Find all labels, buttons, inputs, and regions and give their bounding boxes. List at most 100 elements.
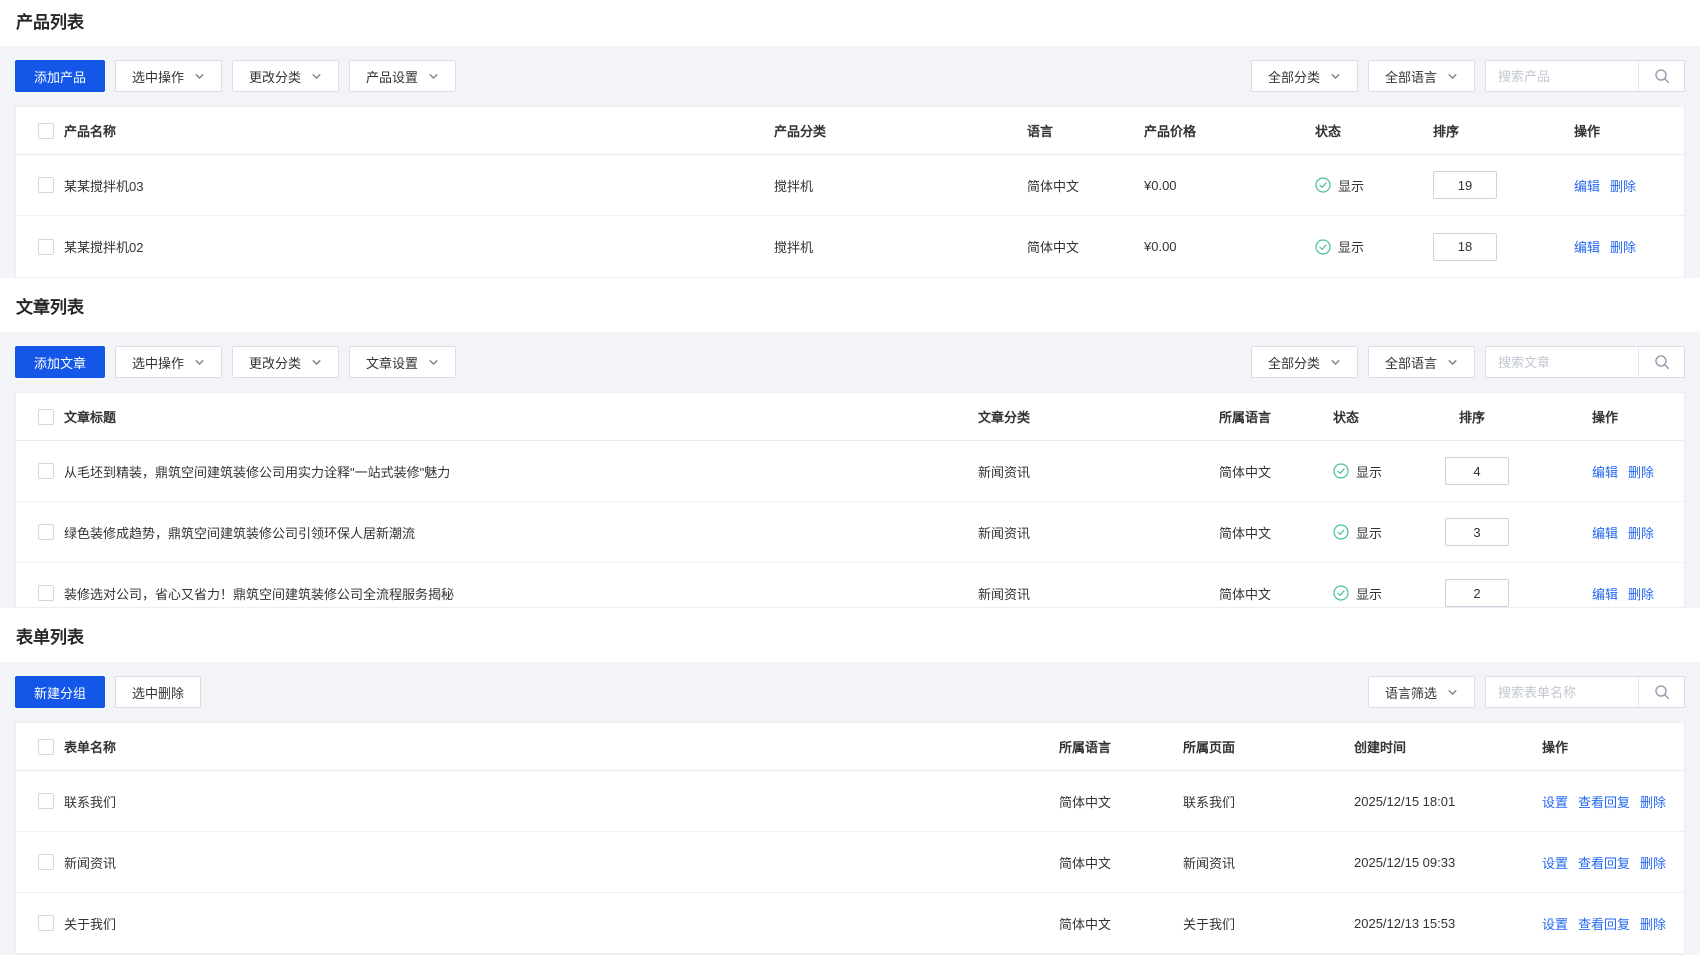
row-checkbox[interactable]	[38, 463, 54, 479]
chevron-down-icon	[1447, 71, 1458, 82]
sort-input[interactable]	[1433, 171, 1497, 199]
forms-toolbar: 新建分组 选中删除 语言筛选	[15, 676, 1685, 708]
view-replies-link[interactable]: 查看回复	[1578, 856, 1630, 871]
col-page: 所属页面	[1183, 737, 1354, 756]
chevron-down-icon	[1330, 357, 1341, 368]
edit-link[interactable]: 编辑	[1592, 465, 1618, 480]
sort-input[interactable]	[1445, 579, 1509, 607]
forms-table: 表单名称 所属语言 所属页面 创建时间 操作 联系我们 简体中文 联系我们 20…	[15, 722, 1685, 955]
delete-link[interactable]: 删除	[1628, 465, 1654, 480]
form-search-box	[1485, 676, 1685, 708]
language-filter-label: 语言筛选	[1385, 683, 1437, 702]
product-search-input[interactable]	[1486, 61, 1638, 91]
row-checkbox[interactable]	[38, 585, 54, 601]
section-products: 产品列表 添加产品 选中操作 更改分类 产品设置 全部分类	[0, 0, 1700, 278]
chevron-down-icon	[1330, 71, 1341, 82]
products-table-header: 产品名称 产品分类 语言 产品价格 状态 排序 操作	[16, 107, 1684, 155]
col-status: 状态	[1315, 121, 1433, 140]
articles-panel: 添加文章 选中操作 更改分类 文章设置 全部分类 全部语言	[0, 332, 1700, 608]
change-category-label: 更改分类	[249, 67, 301, 86]
article-settings-dropdown[interactable]: 文章设置	[349, 346, 456, 378]
language-filter-dropdown[interactable]: 语言筛选	[1368, 676, 1475, 708]
view-replies-link[interactable]: 查看回复	[1578, 917, 1630, 932]
articles-table-header: 文章标题 文章分类 所属语言 状态 排序 操作	[16, 393, 1684, 441]
article-search-box	[1485, 346, 1685, 378]
chevron-down-icon	[311, 71, 322, 82]
col-product-name: 产品名称	[64, 121, 774, 140]
select-all-checkbox[interactable]	[38, 409, 54, 425]
status-ok-icon	[1315, 177, 1331, 193]
change-category-dropdown[interactable]: 更改分类	[232, 346, 339, 378]
view-replies-link[interactable]: 查看回复	[1578, 795, 1630, 810]
change-category-label: 更改分类	[249, 353, 301, 372]
table-row: 绿色装修成趋势，鼎筑空间建筑装修公司引领环保人居新潮流 新闻资讯 简体中文 显示…	[16, 502, 1684, 563]
delete-link[interactable]: 删除	[1640, 856, 1666, 871]
row-checkbox[interactable]	[38, 854, 54, 870]
product-settings-dropdown[interactable]: 产品设置	[349, 60, 456, 92]
article-language: 简体中文	[1219, 523, 1333, 542]
product-category: 搅拌机	[774, 237, 1027, 256]
article-title: 装修选对公司，省心又省力！鼎筑空间建筑装修公司全流程服务揭秘	[64, 584, 978, 603]
delete-link[interactable]: 删除	[1628, 526, 1654, 541]
settings-link[interactable]: 设置	[1542, 917, 1568, 932]
col-sort: 排序	[1433, 121, 1559, 140]
form-language: 简体中文	[1059, 792, 1183, 811]
products-page-title: 产品列表	[0, 0, 1700, 46]
forms-page-title: 表单列表	[0, 608, 1700, 662]
status-label: 显示	[1338, 237, 1364, 256]
settings-link[interactable]: 设置	[1542, 856, 1568, 871]
add-product-button[interactable]: 添加产品	[15, 60, 105, 92]
sort-input[interactable]	[1433, 233, 1497, 261]
new-group-button[interactable]: 新建分组	[15, 676, 105, 708]
form-name: 新闻资讯	[64, 853, 1059, 872]
form-created-time: 2025/12/15 18:01	[1354, 794, 1532, 809]
article-title: 从毛坯到精装，鼎筑空间建筑装修公司用实力诠释"一站式装修"魅力	[64, 462, 978, 481]
article-language: 简体中文	[1219, 462, 1333, 481]
row-checkbox[interactable]	[38, 915, 54, 931]
product-search-box	[1485, 60, 1685, 92]
edit-link[interactable]: 编辑	[1574, 240, 1600, 255]
selected-action-dropdown[interactable]: 选中操作	[115, 60, 222, 92]
settings-link[interactable]: 设置	[1542, 795, 1568, 810]
row-checkbox[interactable]	[38, 524, 54, 540]
delete-link[interactable]: 删除	[1628, 587, 1654, 602]
sort-input[interactable]	[1445, 457, 1509, 485]
table-row: 某某搅拌机03 搅拌机 简体中文 ¥0.00 显示 编辑删除	[16, 155, 1684, 216]
change-category-dropdown[interactable]: 更改分类	[232, 60, 339, 92]
table-row: 装修选对公司，省心又省力！鼎筑空间建筑装修公司全流程服务揭秘 新闻资讯 简体中文…	[16, 563, 1684, 608]
category-filter-label: 全部分类	[1268, 67, 1320, 86]
form-created-time: 2025/12/13 15:53	[1354, 916, 1532, 931]
delete-link[interactable]: 删除	[1610, 240, 1636, 255]
product-name: 某某搅拌机02	[64, 237, 774, 256]
category-filter-dropdown[interactable]: 全部分类	[1251, 346, 1358, 378]
products-toolbar: 添加产品 选中操作 更改分类 产品设置 全部分类 全部语言	[15, 60, 1685, 92]
col-language: 所属语言	[1059, 737, 1183, 756]
articles-page-title: 文章列表	[0, 278, 1700, 332]
add-article-button[interactable]: 添加文章	[15, 346, 105, 378]
delete-link[interactable]: 删除	[1640, 795, 1666, 810]
row-checkbox[interactable]	[38, 793, 54, 809]
row-checkbox[interactable]	[38, 239, 54, 255]
language-filter-dropdown[interactable]: 全部语言	[1368, 346, 1475, 378]
search-icon[interactable]	[1638, 677, 1684, 707]
row-checkbox[interactable]	[38, 177, 54, 193]
search-icon[interactable]	[1638, 347, 1684, 377]
form-search-input[interactable]	[1486, 677, 1638, 707]
delete-link[interactable]: 删除	[1610, 179, 1636, 194]
language-filter-dropdown[interactable]: 全部语言	[1368, 60, 1475, 92]
selected-action-dropdown[interactable]: 选中操作	[115, 346, 222, 378]
col-actions: 操作	[1592, 407, 1684, 426]
category-filter-dropdown[interactable]: 全部分类	[1251, 60, 1358, 92]
sort-input[interactable]	[1445, 518, 1509, 546]
selected-action-label: 选中操作	[132, 67, 184, 86]
edit-link[interactable]: 编辑	[1574, 179, 1600, 194]
select-all-checkbox[interactable]	[38, 123, 54, 139]
delete-link[interactable]: 删除	[1640, 917, 1666, 932]
edit-link[interactable]: 编辑	[1592, 526, 1618, 541]
select-all-checkbox[interactable]	[38, 739, 54, 755]
product-settings-label: 产品设置	[366, 67, 418, 86]
search-icon[interactable]	[1638, 61, 1684, 91]
delete-selected-button[interactable]: 选中删除	[115, 676, 201, 708]
edit-link[interactable]: 编辑	[1592, 587, 1618, 602]
article-search-input[interactable]	[1486, 347, 1638, 377]
